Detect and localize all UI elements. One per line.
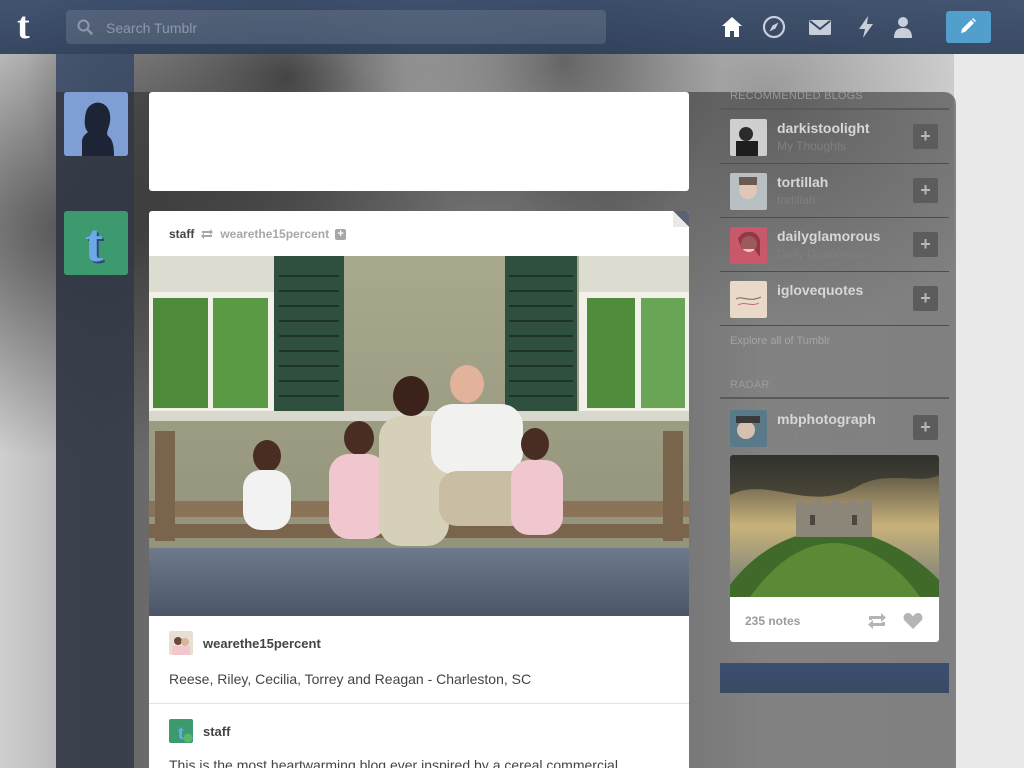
radar-title: RADAR [730, 379, 770, 391]
rec-blog-name: dailyglamorous [777, 228, 881, 244]
trail-author[interactable]: wearethe15percent [203, 636, 321, 651]
reblogged-from[interactable]: wearethe15percent [220, 227, 329, 241]
compose-button[interactable] [946, 11, 991, 43]
recommended-blog-item[interactable]: dailyglamorous Daily Glamorous + [720, 218, 949, 272]
reblog-icon[interactable] [866, 612, 888, 630]
reblog-icon [201, 229, 214, 239]
mbphotograph-avatar [730, 410, 767, 447]
follow-button[interactable]: + [913, 178, 938, 203]
radar-blog-title: MB Photograph [777, 430, 861, 444]
compose-icon [961, 18, 976, 33]
inbox-icon[interactable] [807, 14, 833, 40]
follow-mini-button[interactable]: + [335, 228, 347, 240]
background-right-edge [954, 54, 1024, 768]
iglovequotes-avatar [730, 281, 767, 318]
radar-blog-item[interactable]: mbphotograph MB Photograph + [720, 401, 949, 455]
tumblr-staff-logo-icon: t t [64, 211, 128, 275]
darkistoolight-avatar [730, 119, 767, 156]
item-separator [720, 325, 949, 326]
heart-icon[interactable] [903, 612, 923, 630]
svg-text:t: t [178, 722, 185, 743]
post-photo[interactable] [149, 256, 689, 616]
rec-blog-title: My Thoughts [777, 139, 847, 153]
post-composer[interactable] [149, 92, 689, 191]
sidebar-footer-panel [720, 663, 949, 693]
rec-blog-title: Daily Glamorous [777, 247, 866, 261]
rec-blog-name: tortillah [777, 174, 829, 190]
rec-blog-title: Love Quotes [777, 301, 846, 315]
family-photo-image [149, 256, 689, 616]
recommended-blog-item[interactable]: iglovequotes Love Quotes + [720, 272, 949, 326]
follow-button[interactable]: + [913, 415, 938, 440]
follow-button[interactable]: + [913, 124, 938, 149]
tortillah-avatar [730, 173, 767, 210]
radar-post-card[interactable]: 235 notes [730, 455, 939, 642]
follow-button[interactable]: + [913, 232, 938, 257]
activity-icon[interactable] [853, 14, 879, 40]
post-author[interactable]: staff [169, 227, 194, 241]
radar-blog-name: mbphotograph [777, 411, 876, 427]
svg-text:t: t [85, 213, 103, 273]
trail-text: This is the most heartwarming blog ever … [169, 757, 622, 768]
trail-text: Reese, Riley, Cecilia, Torrey and Reagan… [169, 671, 532, 687]
recommended-blog-item[interactable]: darkistoolight My Thoughts + [720, 110, 949, 164]
post-card: staff wearethe15percent + wearethe15perc… [149, 211, 689, 768]
recommended-blogs-title: RECOMMENDED BLOGS [730, 90, 863, 102]
rec-blog-name: iglovequotes [777, 282, 864, 298]
search-input[interactable] [104, 10, 598, 46]
home-icon[interactable] [719, 14, 745, 40]
radar-notes-count[interactable]: 235 notes [745, 614, 800, 628]
search-icon [77, 19, 93, 35]
sidebar-rule [720, 397, 949, 399]
castle-photo-image [730, 455, 939, 597]
top-navigation-bar: t [0, 0, 1024, 54]
user-silhouette-icon [64, 92, 128, 156]
staff-avatar[interactable]: t t [64, 211, 128, 275]
follow-button[interactable]: + [913, 286, 938, 311]
trail-item: t staff [169, 719, 230, 743]
search-box[interactable] [66, 10, 606, 46]
dailyglamorous-avatar [730, 227, 767, 264]
rec-blog-title: tortillah [777, 193, 816, 207]
staff-mini-avatar[interactable]: t [169, 719, 193, 743]
trail-item: wearethe15percent [169, 631, 321, 655]
tumblr-logo[interactable]: t [17, 7, 50, 46]
explore-icon[interactable] [761, 14, 787, 40]
post-header: staff wearethe15percent + [169, 227, 347, 241]
user-avatar[interactable] [64, 92, 128, 156]
account-icon[interactable] [890, 14, 916, 40]
trail-divider [149, 703, 689, 704]
trail-author[interactable]: staff [203, 724, 230, 739]
recommended-blog-item[interactable]: tortillah tortillah + [720, 164, 949, 218]
post-corner-fold[interactable] [673, 211, 689, 227]
rec-blog-name: darkistoolight [777, 120, 870, 136]
explore-all-link[interactable]: Explore all of Tumblr [730, 335, 830, 347]
wearethe15percent-avatar[interactable] [169, 631, 193, 655]
